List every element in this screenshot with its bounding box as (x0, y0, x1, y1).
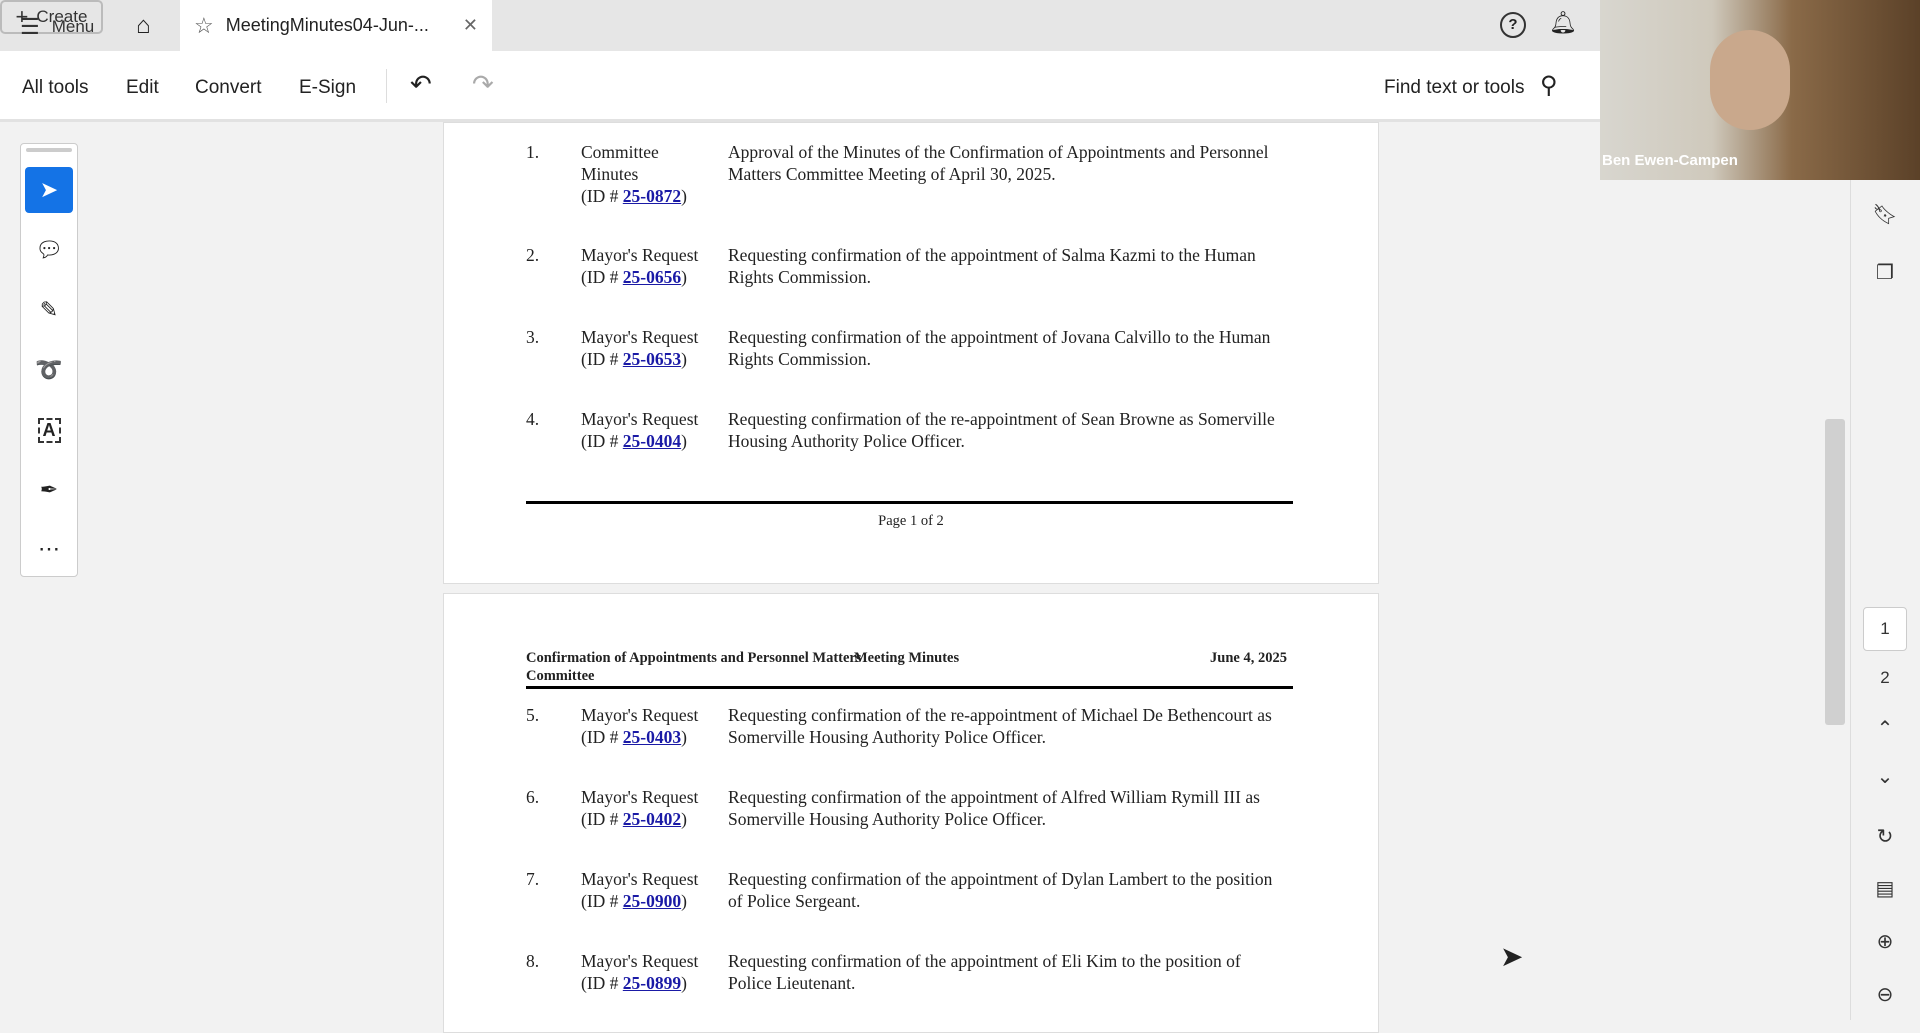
right-rail: 🔖︎ ❐ 1 2 ⌃ ⌄ ↻ ▤ ⊕ ⊖ (1850, 180, 1920, 1020)
quick-tools-panel: ➤ 💬︎ ✎ ➰ A ✒ ⋯ (20, 143, 78, 577)
item-id-link[interactable]: 25-0656 (623, 267, 681, 287)
item-number: 5. (526, 705, 540, 725)
pdf-page-1: 1. Committee Minutes (ID # 25-0872) Appro… (443, 122, 1379, 584)
convert-button[interactable]: Convert (195, 77, 262, 99)
item-description: Requesting confirmation of the appointme… (728, 951, 1241, 993)
item-number: 8. (526, 951, 540, 971)
item-number: 6. (526, 787, 540, 807)
page-2-button[interactable]: 2 (1867, 660, 1903, 696)
item-number: 2. (526, 245, 540, 265)
item-id-link[interactable]: 25-0404 (623, 431, 681, 451)
toolbar: All tools Edit Convert E-Sign ↶ ↷ Find t… (0, 51, 1600, 122)
home-icon[interactable]: ⌂ (136, 12, 151, 40)
menu-button[interactable]: ☰ Menu (20, 14, 94, 40)
redo-icon[interactable]: ↷ (472, 69, 494, 100)
item-type: Mayor's Request (ID # 25-0402) (581, 787, 699, 829)
item-id-link[interactable]: 25-0872 (623, 186, 681, 206)
item-id-link[interactable]: 25-0402 (623, 809, 681, 829)
chevron-up-icon[interactable]: ⌃ (1867, 710, 1903, 746)
edit-button[interactable]: Edit (126, 77, 159, 99)
item-description: Requesting confirmation of the re-appoin… (728, 409, 1275, 451)
participant-face (1710, 30, 1790, 130)
undo-icon[interactable]: ↶ (410, 69, 432, 100)
item-type: Mayor's Request (ID # 25-0403) (581, 705, 699, 747)
item-description: Requesting confirmation of the appointme… (728, 327, 1271, 369)
zoom-out-icon[interactable]: ⊖ (1867, 976, 1903, 1012)
chevron-down-icon[interactable]: ⌄ (1867, 758, 1903, 794)
page-header-date: June 4, 2025 (1210, 650, 1287, 666)
item-description: Requesting confirmation of the re-appoin… (728, 705, 1272, 747)
page-header-center: Meeting Minutes (854, 650, 960, 666)
item-id-link[interactable]: 25-0899 (623, 973, 681, 993)
webcam-video: Ben Ewen-Campen (1600, 0, 1920, 180)
item-type: Committee Minutes (ID # 25-0872) (581, 142, 687, 206)
zoom-in-icon[interactable]: ⊕ (1867, 923, 1903, 959)
page-footer: Page 1 of 2 (878, 513, 944, 529)
item-description: Requesting confirmation of the appointme… (728, 869, 1273, 911)
hamburger-icon: ☰ (20, 14, 40, 39)
page-thumbnails-icon[interactable]: ❐ (1867, 254, 1903, 290)
item-type: Mayor's Request (ID # 25-0656) (581, 245, 699, 287)
bookmarks-icon[interactable]: 🔖︎ (1867, 196, 1903, 232)
participant-name: Ben Ewen-Campen (1602, 152, 1738, 169)
item-type: Mayor's Request (ID # 25-0899) (581, 951, 699, 993)
text-box-tool-icon[interactable]: A (25, 407, 73, 453)
item-number: 1. (526, 142, 540, 162)
item-description: Requesting confirmation of the appointme… (728, 245, 1256, 287)
search-icon[interactable]: ⚲ (1540, 71, 1558, 100)
esign-button[interactable]: E-Sign (299, 77, 356, 99)
divider (386, 69, 387, 103)
more-tools-icon[interactable]: ⋯ (25, 526, 73, 572)
comment-tool-icon[interactable]: 💬︎ (25, 227, 73, 273)
drag-handle[interactable] (26, 148, 72, 152)
all-tools-button[interactable]: All tools (22, 77, 89, 99)
help-icon[interactable]: ? (1500, 12, 1526, 38)
item-type: Mayor's Request (ID # 25-0900) (581, 869, 699, 911)
item-id-link[interactable]: 25-0900 (623, 891, 681, 911)
page-header-left: Confirmation of Appointments and Personn… (526, 650, 862, 684)
top-bar: ☰ Menu ⌂ ☆ MeetingMinutes04-Jun-... ✕ + C… (0, 0, 1600, 51)
rotate-icon[interactable]: ↻ (1867, 818, 1903, 854)
item-id-link[interactable]: 25-0403 (623, 727, 681, 747)
item-description: Approval of the Minutes of the Confirmat… (728, 142, 1269, 184)
footer-rule (526, 501, 1293, 504)
item-type: Mayor's Request (ID # 25-0404) (581, 409, 699, 451)
item-number: 4. (526, 409, 540, 429)
bell-icon[interactable]: 🔔︎ (1549, 10, 1577, 36)
close-tab-icon[interactable]: ✕ (463, 15, 478, 36)
find-text-button[interactable]: Find text or tools (1384, 77, 1524, 99)
item-id-link[interactable]: 25-0653 (623, 349, 681, 369)
header-rule (526, 686, 1293, 689)
document-tab[interactable]: ☆ MeetingMinutes04-Jun-... ✕ (180, 0, 492, 51)
select-tool-icon[interactable]: ➤ (25, 167, 73, 213)
mouse-cursor-icon: ➤ (1500, 941, 1524, 972)
item-type: Mayor's Request (ID # 25-0653) (581, 327, 699, 369)
star-icon[interactable]: ☆ (194, 13, 214, 39)
item-description: Requesting confirmation of the appointme… (728, 787, 1260, 829)
highlight-tool-icon[interactable]: ✎ (25, 287, 73, 333)
pdf-page-2: Confirmation of Appointments and Personn… (443, 593, 1379, 1033)
fit-page-icon[interactable]: ▤ (1867, 870, 1903, 906)
page-1-button[interactable]: 1 (1863, 607, 1907, 651)
vertical-scrollbar[interactable] (1825, 419, 1845, 725)
draw-tool-icon[interactable]: ➰ (25, 347, 73, 393)
sign-tool-icon[interactable]: ✒ (25, 467, 73, 513)
item-number: 3. (526, 327, 540, 347)
item-number: 7. (526, 869, 540, 889)
